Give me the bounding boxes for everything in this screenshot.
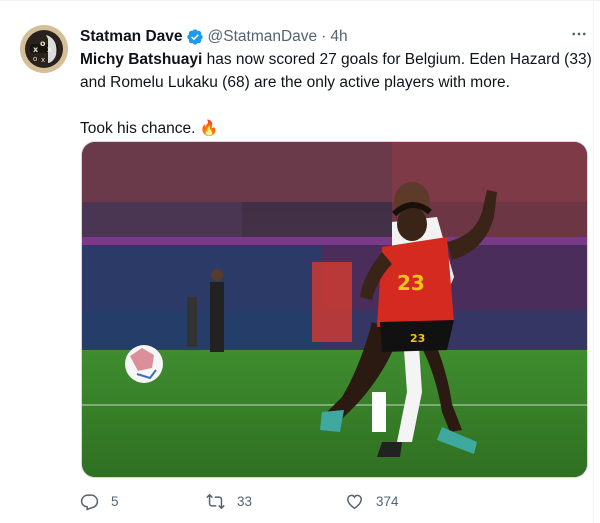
like-count: 374 xyxy=(376,493,399,509)
timestamp[interactable]: 4h xyxy=(330,28,347,46)
svg-text:o: o xyxy=(33,55,37,63)
reply-count: 5 xyxy=(111,493,119,509)
shirt-number: 23 xyxy=(397,271,425,295)
tweet-text-line-2: and Romelu Lukaku (68) are the only acti… xyxy=(80,74,510,91)
retweet-button[interactable]: 33 xyxy=(206,492,345,511)
svg-text:o: o xyxy=(40,39,46,48)
tweet-text-line-3-text: Took his chance. xyxy=(80,120,196,137)
svg-text:23: 23 xyxy=(410,332,425,345)
separator-dot: · xyxy=(321,28,327,45)
author-avatar[interactable]: x o x o x xyxy=(20,25,68,73)
retweet-count: 33 xyxy=(237,493,253,509)
retweet-icon xyxy=(206,493,225,509)
author-handle[interactable]: @StatmanDave xyxy=(208,28,318,46)
right-divider xyxy=(593,0,594,523)
reply-icon xyxy=(80,493,99,510)
tweet-text-line-3: Took his chance. 🔥 xyxy=(80,117,590,140)
tweet-text-line-1-rest: has now scored 27 goals for Belgium. Ede… xyxy=(202,51,592,68)
top-divider xyxy=(0,0,600,1)
like-icon xyxy=(347,494,362,509)
tweet-text: Michy Batshuayi has now scored 27 goals … xyxy=(80,48,592,140)
author-name[interactable]: Statman Dave xyxy=(80,28,183,46)
player-name: Michy Batshuayi xyxy=(80,51,203,68)
tweet-media-photo[interactable]: 23 23 xyxy=(81,141,588,478)
tweet-actions: 5 33 374 xyxy=(80,491,399,511)
like-button[interactable]: 374 xyxy=(345,492,399,511)
verified-badge-icon xyxy=(186,28,204,46)
svg-text:x: x xyxy=(41,56,45,64)
tweet-header: Statman Dave @StatmanDave · 4h xyxy=(80,26,348,48)
svg-text:x: x xyxy=(33,45,39,54)
fire-emoji: 🔥 xyxy=(199,120,219,137)
reply-button[interactable]: 5 xyxy=(80,492,206,511)
more-icon[interactable] xyxy=(569,24,589,44)
tweet-text-line-1: Michy Batshuayi has now scored 27 goals … xyxy=(80,48,592,71)
